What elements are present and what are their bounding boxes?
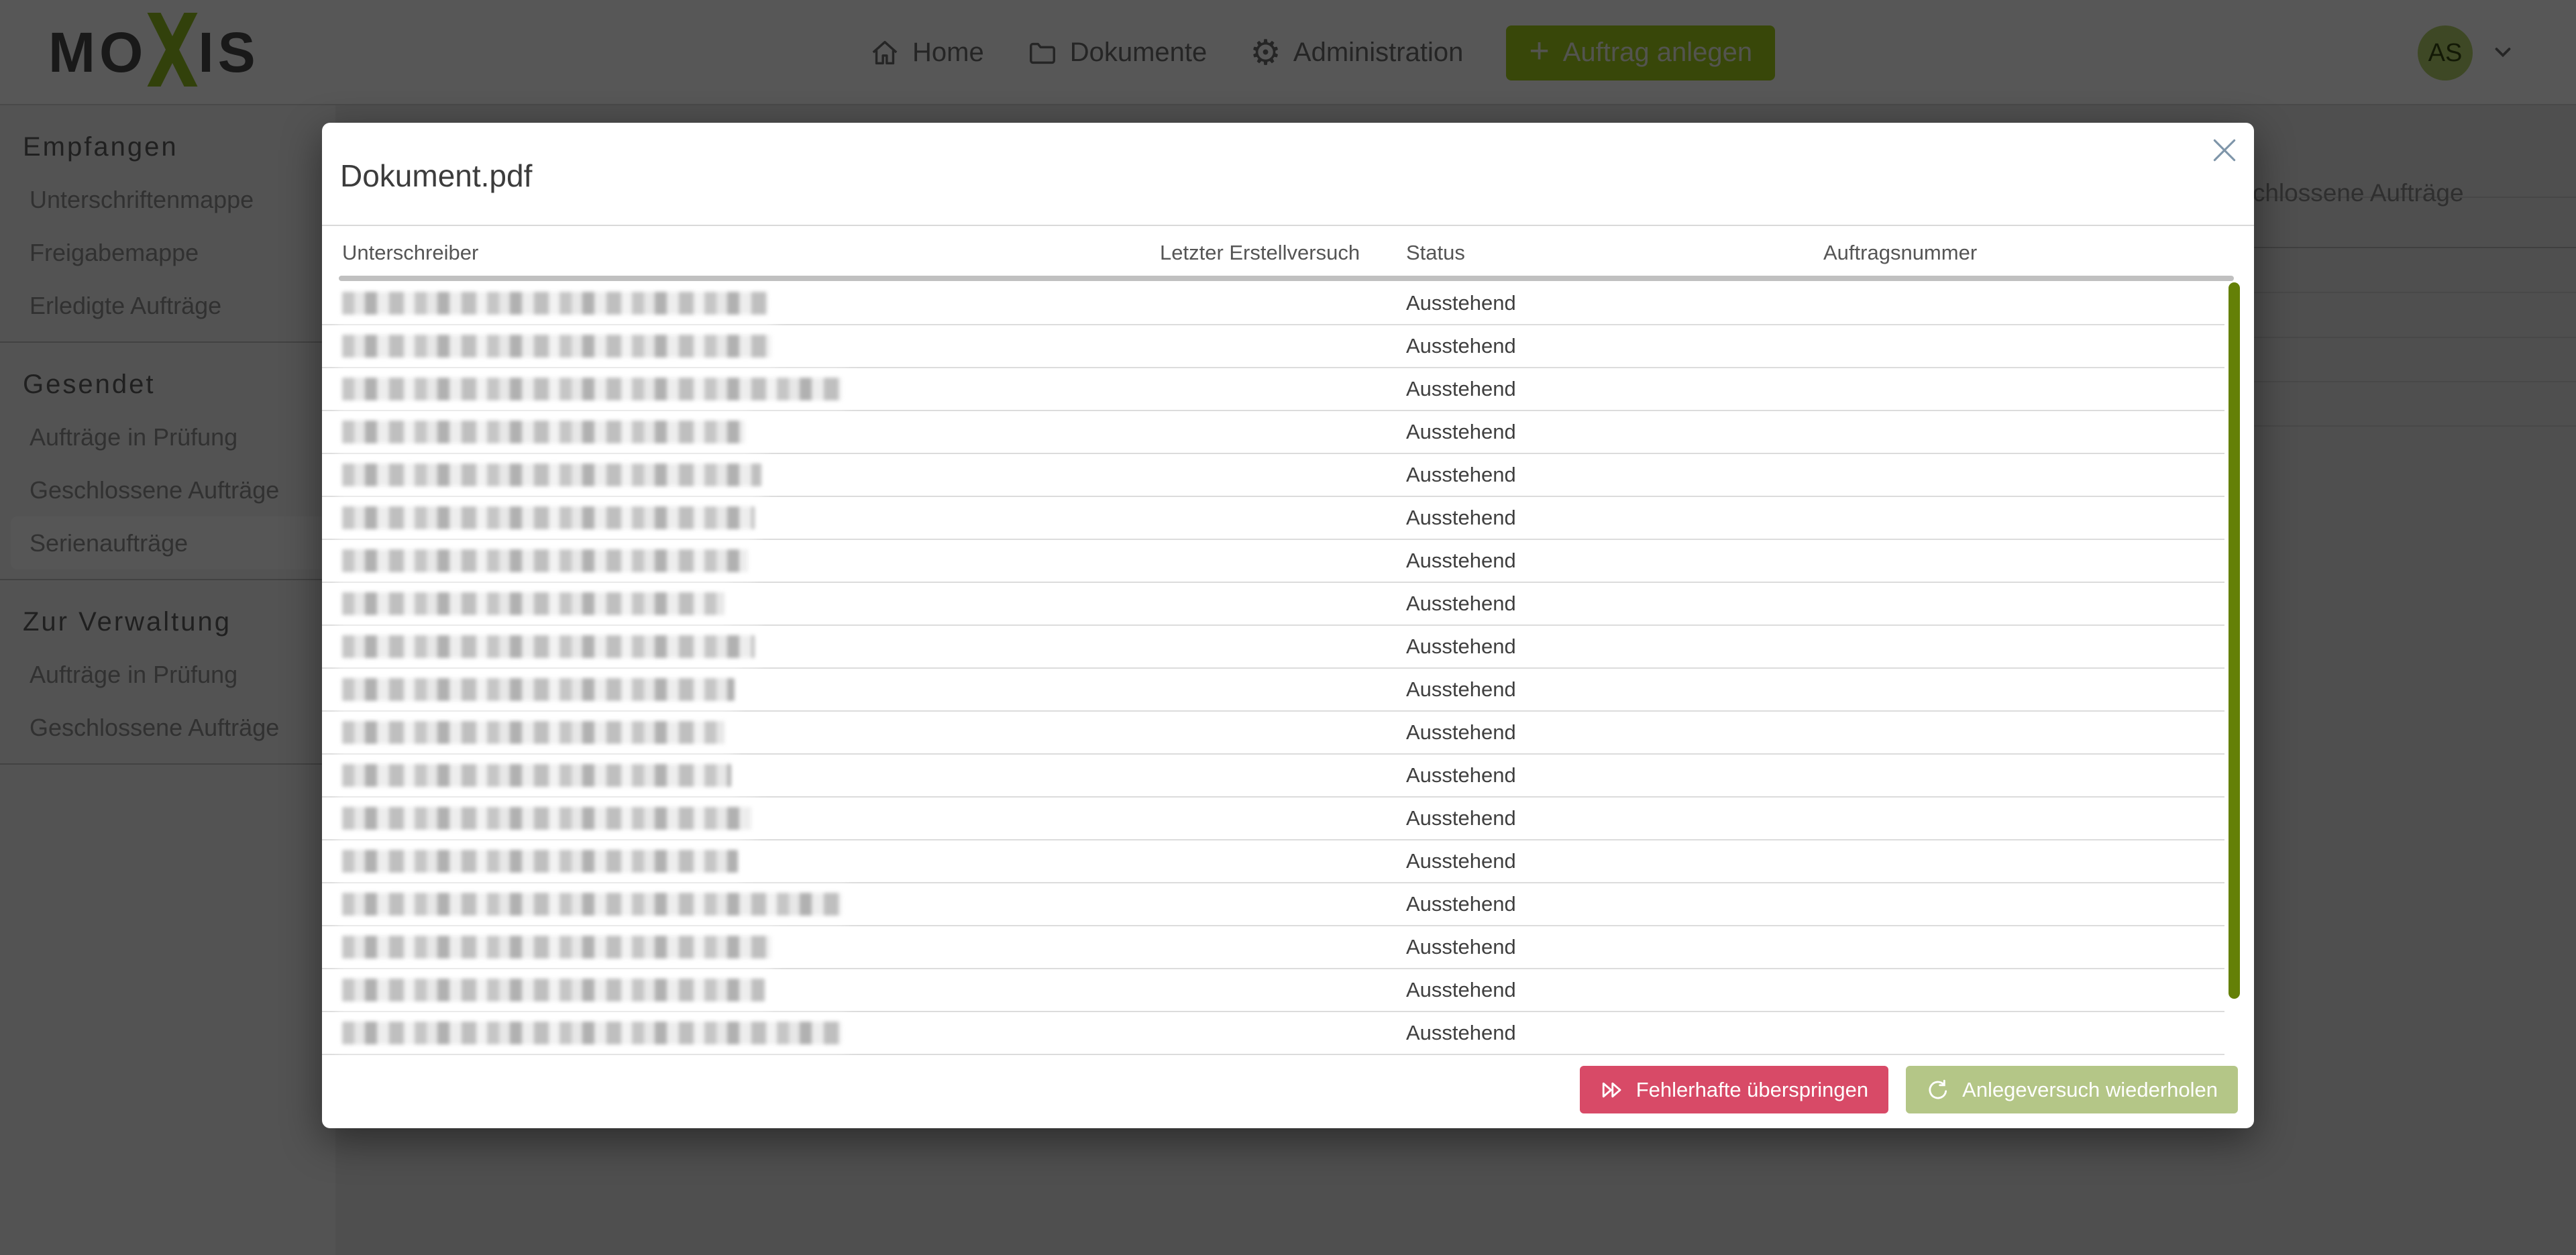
- table-row[interactable]: Ausstehend: [322, 883, 2224, 926]
- table-row[interactable]: Ausstehend: [322, 454, 2224, 497]
- table-row[interactable]: Ausstehend: [322, 626, 2224, 669]
- table-row[interactable]: Ausstehend: [322, 712, 2224, 755]
- table-row[interactable]: Ausstehend: [322, 798, 2224, 840]
- status-cell: Ausstehend: [1406, 1021, 1823, 1045]
- signer-name-cell: [342, 678, 1160, 701]
- signer-name-cell: [342, 936, 1160, 959]
- signer-name-cell: [342, 850, 1160, 873]
- status-cell: Ausstehend: [1406, 635, 1823, 659]
- table-row[interactable]: Ausstehend: [322, 669, 2224, 712]
- signer-name-cell: [342, 335, 1160, 358]
- table-row[interactable]: Ausstehend: [322, 368, 2224, 411]
- signer-name-cell: [342, 549, 1160, 572]
- retry-create-button[interactable]: Anlegeversuch wiederholen: [1906, 1066, 2238, 1113]
- signer-name-cell: [342, 1022, 1160, 1044]
- status-cell: Ausstehend: [1406, 935, 1823, 959]
- table-row[interactable]: Ausstehend: [322, 755, 2224, 798]
- signer-name-cell: [342, 893, 1160, 916]
- signer-name-cell: [342, 979, 1160, 1001]
- signer-name-cell: [342, 807, 1160, 830]
- fast-forward-icon: [1600, 1078, 1624, 1102]
- signer-name-redacted: [342, 378, 842, 400]
- signer-name-cell: [342, 378, 1160, 400]
- signer-name-redacted: [342, 463, 761, 486]
- table-row[interactable]: Ausstehend: [322, 540, 2224, 583]
- status-cell: Ausstehend: [1406, 592, 1823, 616]
- status-cell: Ausstehend: [1406, 420, 1823, 444]
- signer-name-cell: [342, 721, 1160, 744]
- table-row[interactable]: Ausstehend: [322, 926, 2224, 969]
- column-header-status: Status: [1406, 241, 1823, 265]
- table-row[interactable]: Ausstehend: [322, 1012, 2224, 1055]
- retry-create-label: Anlegeversuch wiederholen: [1962, 1078, 2218, 1102]
- retry-icon: [1926, 1078, 1950, 1102]
- signer-name-redacted: [342, 678, 735, 701]
- status-cell: Ausstehend: [1406, 506, 1823, 530]
- status-cell: Ausstehend: [1406, 978, 1823, 1002]
- table-header-divider: [339, 276, 2234, 281]
- status-cell: Ausstehend: [1406, 377, 1823, 401]
- modal-title: Dokument.pdf: [340, 158, 532, 194]
- status-cell: Ausstehend: [1406, 892, 1823, 916]
- status-cell: Ausstehend: [1406, 720, 1823, 745]
- status-cell: Ausstehend: [1406, 849, 1823, 873]
- column-header-unterschreiber: Unterschreiber: [342, 241, 1160, 265]
- table-row[interactable]: Ausstehend: [322, 325, 2224, 368]
- signer-name-redacted: [342, 421, 745, 443]
- skip-failed-button[interactable]: Fehlerhafte überspringen: [1580, 1066, 1888, 1113]
- status-cell: Ausstehend: [1406, 549, 1823, 573]
- signer-name-redacted: [342, 893, 842, 916]
- signer-name-cell: [342, 463, 1160, 486]
- table-row[interactable]: Ausstehend: [322, 583, 2224, 626]
- status-cell: Ausstehend: [1406, 806, 1823, 830]
- signer-name-redacted: [342, 807, 751, 830]
- signer-name-redacted: [342, 1022, 842, 1044]
- vertical-scrollbar-thumb[interactable]: [2229, 282, 2240, 999]
- modal-footer: Fehlerhafte überspringen Anlegeversuch w…: [1580, 1066, 2238, 1113]
- signer-name-redacted: [342, 506, 755, 529]
- status-cell: Ausstehend: [1406, 334, 1823, 358]
- table-row[interactable]: Ausstehend: [322, 497, 2224, 540]
- table-row[interactable]: Ausstehend: [322, 969, 2224, 1012]
- modal-title-divider: [322, 225, 2254, 226]
- table-row[interactable]: Ausstehend: [322, 411, 2224, 454]
- skip-failed-label: Fehlerhafte überspringen: [1636, 1078, 1868, 1102]
- column-header-auftragsnummer: Auftragsnummer: [1823, 241, 2234, 265]
- status-cell: Ausstehend: [1406, 763, 1823, 787]
- status-cell: Ausstehend: [1406, 677, 1823, 702]
- signer-name-redacted: [342, 764, 731, 787]
- signer-name-redacted: [342, 292, 768, 315]
- close-button[interactable]: [2206, 132, 2243, 170]
- signer-name-redacted: [342, 635, 755, 658]
- signer-table-header: Unterschreiber Letzter Erstellversuch St…: [342, 234, 2234, 272]
- document-modal: Dokument.pdf Unterschreiber Letzter Erst…: [322, 123, 2254, 1128]
- signer-name-cell: [342, 292, 1160, 315]
- status-cell: Ausstehend: [1406, 291, 1823, 315]
- signer-name-redacted: [342, 592, 724, 615]
- signer-name-redacted: [342, 721, 724, 744]
- column-header-letzter-erstellversuch: Letzter Erstellversuch: [1160, 241, 1406, 265]
- signer-name-redacted: [342, 549, 748, 572]
- signer-name-cell: [342, 506, 1160, 529]
- signer-name-cell: [342, 764, 1160, 787]
- signer-name-redacted: [342, 335, 771, 358]
- signer-table-body: Ausstehend Ausstehend Ausstehend Aussteh…: [322, 282, 2224, 1055]
- signer-name-redacted: [342, 936, 771, 959]
- signer-name-redacted: [342, 850, 738, 873]
- signer-name-cell: [342, 421, 1160, 443]
- status-cell: Ausstehend: [1406, 463, 1823, 487]
- table-row[interactable]: Ausstehend: [322, 840, 2224, 883]
- signer-name-redacted: [342, 979, 765, 1001]
- signer-name-cell: [342, 592, 1160, 615]
- signer-name-cell: [342, 635, 1160, 658]
- table-row[interactable]: Ausstehend: [322, 282, 2224, 325]
- close-icon: [2210, 135, 2239, 167]
